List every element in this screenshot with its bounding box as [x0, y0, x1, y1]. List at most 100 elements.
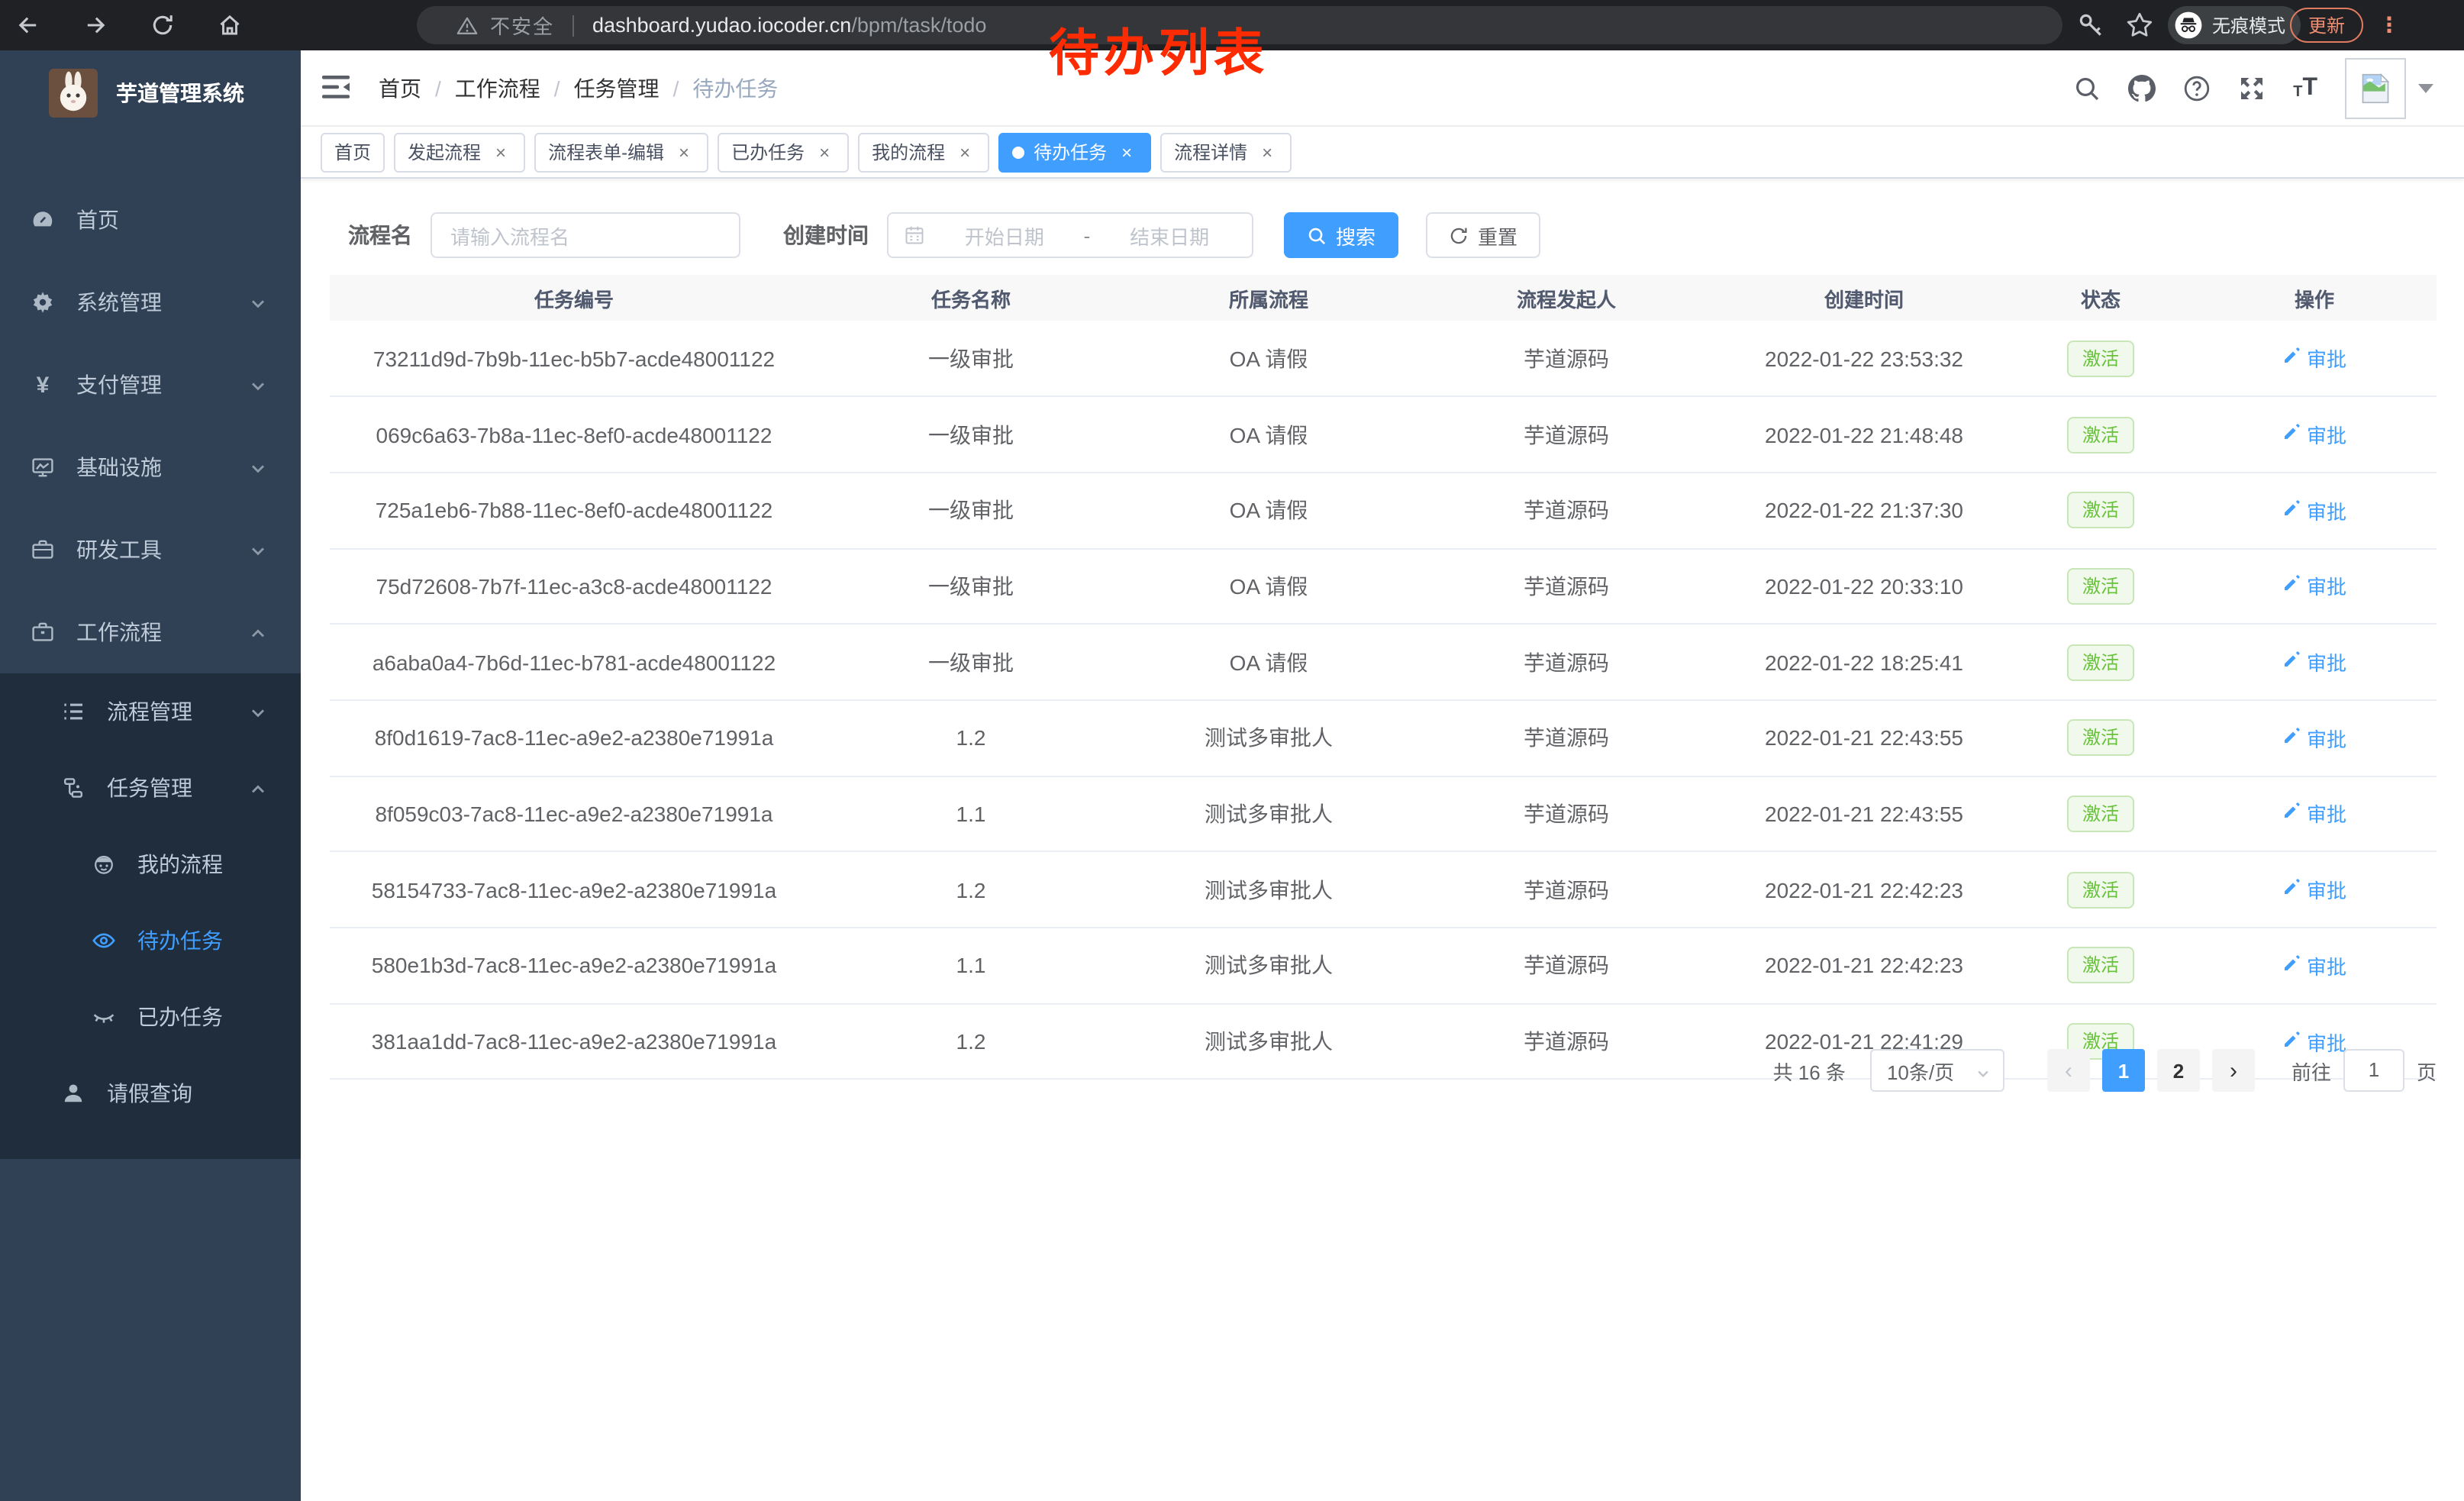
sidebar-item-支付管理[interactable]: ¥支付管理: [0, 344, 301, 426]
tab-label: 首页: [334, 134, 371, 170]
reset-button[interactable]: 重置: [1426, 212, 1540, 258]
security-chip[interactable]: 不安全: [490, 11, 554, 40]
app-logo[interactable]: 芋道管理系统: [0, 50, 301, 136]
reload-icon[interactable]: [147, 10, 177, 40]
page-size-select[interactable]: 10条/页: [1870, 1049, 2004, 1092]
cell-process: OA 请假: [1124, 473, 1414, 548]
approve-link[interactable]: 审批: [2282, 495, 2346, 525]
cell-id: 381aa1dd-7ac8-11ec-a9e2-a2380e71991a: [330, 1003, 818, 1079]
fontsize-icon[interactable]: TT: [2293, 76, 2317, 101]
sidebar-item-研发工具[interactable]: 研发工具: [0, 508, 301, 591]
approve-link[interactable]: 审批: [2282, 875, 2346, 904]
breadcrumb-item[interactable]: 工作流程: [455, 73, 540, 103]
close-tab-icon[interactable]: ×: [490, 134, 511, 170]
list-icon: [61, 699, 85, 724]
chevron-down-icon: [249, 293, 267, 311]
status-badge: 激活: [2067, 947, 2134, 984]
breadcrumb-item[interactable]: 任务管理: [574, 73, 660, 103]
tab-流程表单-编辑[interactable]: 流程表单-编辑×: [534, 132, 708, 172]
cell-created: 2022-01-22 21:37:30: [1719, 473, 2009, 548]
fullscreen-icon[interactable]: [2238, 75, 2266, 102]
close-tab-icon[interactable]: ×: [954, 134, 976, 170]
avatar[interactable]: [2345, 58, 2406, 119]
table-row: 58154733-7ac8-11ec-a9e2-a2380e71991a1.2测…: [330, 852, 2437, 928]
breadcrumb: 首页/工作流程/任务管理/待办任务: [379, 73, 778, 103]
approve-link[interactable]: 审批: [2282, 344, 2346, 373]
sidebar-item-已办任务[interactable]: 已办任务: [0, 979, 301, 1055]
cell-created: 2022-01-21 22:42:23: [1719, 852, 2009, 928]
table-row: 580e1b3d-7ac8-11ec-a9e2-a2380e71991a1.1测…: [330, 928, 2437, 1003]
table-header-row: 任务编号任务名称所属流程流程发起人创建时间状态操作: [330, 275, 2437, 321]
tab-流程详情[interactable]: 流程详情×: [1160, 132, 1292, 172]
user-menu[interactable]: [2345, 58, 2433, 119]
approve-link[interactable]: 审批: [2282, 799, 2346, 828]
sidebar-item-我的流程[interactable]: 我的流程: [0, 826, 301, 902]
status-badge: 激活: [2067, 644, 2134, 680]
table-row: 069c6a63-7b8a-11ec-8ef0-acde48001122一级审批…: [330, 396, 2437, 472]
sidebar-item-label: 系统管理: [76, 287, 162, 318]
eye-closed-icon: [92, 1005, 116, 1029]
close-tab-icon[interactable]: ×: [1256, 134, 1278, 170]
next-page-button[interactable]: ›: [2212, 1049, 2255, 1092]
page-button-2[interactable]: 2: [2157, 1049, 2200, 1092]
search-button[interactable]: 搜索: [1284, 212, 1398, 258]
collapse-menu-icon[interactable]: [321, 73, 351, 103]
start-date-placeholder: 开始日期: [937, 221, 1072, 250]
date-range-input[interactable]: 开始日期 - 结束日期: [887, 212, 1253, 258]
sidebar-item-label: 待办任务: [137, 925, 223, 956]
tab-已办任务[interactable]: 已办任务×: [718, 132, 849, 172]
sidebar-item-label: 首页: [76, 205, 119, 235]
home-icon[interactable]: [214, 10, 244, 40]
logo-rabbit-icon: [49, 69, 98, 118]
sidebar-item-首页[interactable]: 首页: [0, 179, 301, 261]
update-button[interactable]: 更新: [2290, 8, 2363, 43]
tab-首页[interactable]: 首页: [321, 132, 385, 172]
cell-id: 75d72608-7b7f-11ec-a3c8-acde48001122: [330, 548, 818, 624]
github-icon[interactable]: [2128, 75, 2156, 102]
chevron-down-icon[interactable]: [2418, 84, 2433, 93]
close-tab-icon[interactable]: ×: [1116, 134, 1137, 170]
sidebar-item-待办任务[interactable]: 待办任务: [0, 902, 301, 979]
cell-id: 58154733-7ac8-11ec-a9e2-a2380e71991a: [330, 852, 818, 928]
total-count: 共 16 条: [1773, 1056, 1846, 1085]
tab-待办任务[interactable]: 待办任务×: [998, 132, 1151, 172]
sidebar-item-工作流程[interactable]: 工作流程: [0, 591, 301, 673]
close-tab-icon[interactable]: ×: [673, 134, 695, 170]
sidebar-item-系统管理[interactable]: 系统管理: [0, 261, 301, 344]
calendar-icon: [904, 224, 925, 246]
sidebar-item-基础设施[interactable]: 基础设施: [0, 426, 301, 508]
password-key-icon[interactable]: [2076, 11, 2105, 40]
cell-name: 1.1: [818, 928, 1124, 1003]
tab-发起流程[interactable]: 发起流程×: [394, 132, 525, 172]
cell-starter: 芋道源码: [1414, 928, 1719, 1003]
url-host: dashboard.yudao.iocoder.cn: [592, 14, 851, 37]
goto-page-input[interactable]: 1: [2343, 1049, 2404, 1092]
approve-link[interactable]: 审批: [2282, 647, 2346, 676]
breadcrumb-item[interactable]: 首页: [379, 73, 421, 103]
cell-process: 测试多审批人: [1124, 852, 1414, 928]
sidebar-item-任务管理[interactable]: 任务管理: [0, 750, 301, 826]
sidebar-item-流程管理[interactable]: 流程管理: [0, 673, 301, 750]
prev-page-button[interactable]: ‹: [2047, 1049, 2090, 1092]
bookmark-star-icon[interactable]: [2125, 11, 2154, 40]
page-button-1[interactable]: 1: [2102, 1049, 2145, 1092]
cell-name: 一级审批: [818, 625, 1124, 700]
back-icon[interactable]: [12, 10, 43, 40]
cell-id: 725a1eb6-7b88-11ec-8ef0-acde48001122: [330, 473, 818, 548]
dashboard-icon: [31, 208, 55, 232]
forward-icon[interactable]: [79, 10, 110, 40]
approve-link[interactable]: 审批: [2282, 420, 2346, 449]
approve-link[interactable]: 审批: [2282, 724, 2346, 753]
approve-link[interactable]: 审批: [2282, 951, 2346, 980]
help-icon[interactable]: [2183, 75, 2211, 102]
sidebar-item-请假查询[interactable]: 请假查询: [0, 1055, 301, 1131]
search-icon[interactable]: [2073, 75, 2101, 102]
sidebar-item-label: 已办任务: [137, 1002, 223, 1032]
close-tab-icon[interactable]: ×: [814, 134, 835, 170]
approve-link[interactable]: 审批: [2282, 572, 2346, 601]
tab-我的流程[interactable]: 我的流程×: [858, 132, 989, 172]
breadcrumb-separator: /: [435, 76, 441, 100]
breadcrumb-separator: /: [673, 76, 679, 100]
process-name-input[interactable]: 请输入流程名: [431, 212, 740, 258]
browser-menu-icon[interactable]: ⋮: [2379, 8, 2400, 43]
